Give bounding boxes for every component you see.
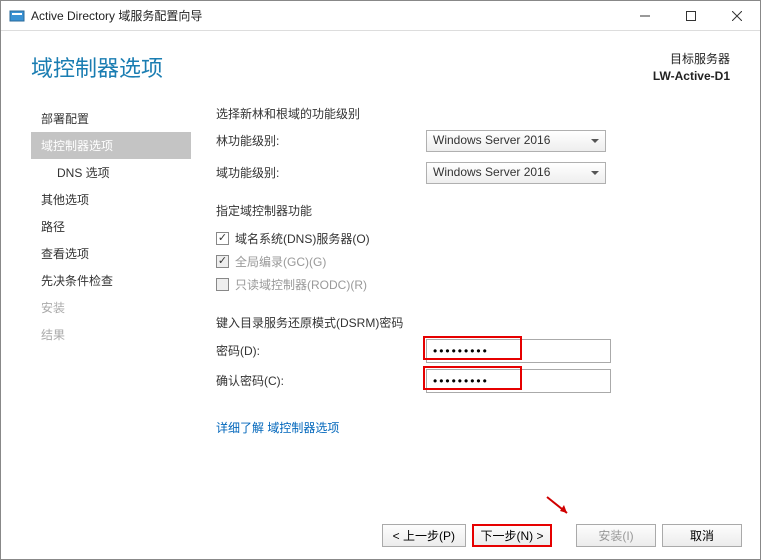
main-panel: 选择新林和根域的功能级别 林功能级别: Windows Server 2016 …	[191, 105, 730, 485]
password-label: 密码(D):	[216, 342, 426, 359]
sidebar-item-8: 结果	[31, 321, 191, 348]
domain-level-label: 域功能级别:	[216, 164, 426, 181]
sidebar-item-5[interactable]: 查看选项	[31, 240, 191, 267]
sidebar: 部署配置域控制器选项DNS 选项其他选项路径查看选项先决条件检查安装结果	[31, 105, 191, 485]
gc-checkbox-label: 全局编录(GC)(G)	[235, 253, 326, 270]
confirm-password-row: 确认密码(C):	[216, 369, 730, 393]
capabilities-title: 指定域控制器功能	[216, 202, 730, 219]
window-controls	[622, 1, 760, 30]
cancel-button[interactable]: 取消	[662, 524, 742, 547]
domain-level-dropdown[interactable]: Windows Server 2016	[426, 162, 606, 184]
sidebar-item-6[interactable]: 先决条件检查	[31, 267, 191, 294]
confirm-password-label: 确认密码(C):	[216, 372, 426, 389]
learn-more-link[interactable]: 详细了解 域控制器选项	[216, 419, 339, 436]
rodc-checkbox-row: 只读域控制器(RODC)(R)	[216, 273, 730, 296]
dsrm-title: 键入目录服务还原模式(DSRM)密码	[216, 314, 730, 331]
sidebar-item-4[interactable]: 路径	[31, 213, 191, 240]
maximize-button[interactable]	[668, 1, 714, 30]
dns-checkbox-row[interactable]: 域名系统(DNS)服务器(O)	[216, 227, 730, 250]
page-title: 域控制器选项	[31, 51, 653, 83]
previous-button[interactable]: < 上一步(P)	[382, 524, 466, 547]
functional-level-title: 选择新林和根域的功能级别	[216, 105, 730, 122]
target-label: 目标服务器	[653, 51, 730, 68]
confirm-password-wrap	[426, 369, 611, 393]
forest-level-dropdown[interactable]: Windows Server 2016	[426, 130, 606, 152]
app-icon	[9, 8, 25, 24]
rodc-checkbox-label: 只读域控制器(RODC)(R)	[235, 276, 367, 293]
password-wrap	[426, 339, 611, 363]
window-title: Active Directory 域服务配置向导	[31, 7, 622, 24]
forest-level-row: 林功能级别: Windows Server 2016	[216, 130, 730, 152]
sidebar-item-1[interactable]: 域控制器选项	[31, 132, 191, 159]
sidebar-item-0[interactable]: 部署配置	[31, 105, 191, 132]
minimize-button[interactable]	[622, 1, 668, 30]
rodc-checkbox	[216, 278, 229, 291]
confirm-password-highlight	[423, 366, 522, 390]
install-button: 安装(I)	[576, 524, 656, 547]
forest-level-label: 林功能级别:	[216, 132, 426, 149]
password-row: 密码(D):	[216, 339, 730, 363]
dns-checkbox[interactable]	[216, 232, 229, 245]
arrow-annotation-icon	[543, 493, 575, 519]
titlebar: Active Directory 域服务配置向导	[1, 1, 760, 31]
password-highlight	[423, 336, 522, 360]
gc-checkbox	[216, 255, 229, 268]
target-server-info: 目标服务器 LW-Active-D1	[653, 51, 730, 85]
sidebar-item-3[interactable]: 其他选项	[31, 186, 191, 213]
sidebar-item-7: 安装	[31, 294, 191, 321]
target-server-name: LW-Active-D1	[653, 68, 730, 85]
sidebar-item-2[interactable]: DNS 选项	[31, 159, 191, 186]
close-button[interactable]	[714, 1, 760, 30]
domain-level-row: 域功能级别: Windows Server 2016	[216, 162, 730, 184]
wizard-content: 部署配置域控制器选项DNS 选项其他选项路径查看选项先决条件检查安装结果 选择新…	[1, 85, 760, 485]
button-bar: < 上一步(P) 下一步(N) > 安装(I) 取消	[382, 524, 742, 547]
dns-checkbox-label: 域名系统(DNS)服务器(O)	[235, 230, 370, 247]
next-button[interactable]: 下一步(N) >	[472, 524, 552, 547]
gc-checkbox-row: 全局编录(GC)(G)	[216, 250, 730, 273]
wizard-header: 域控制器选项 目标服务器 LW-Active-D1	[1, 31, 760, 85]
